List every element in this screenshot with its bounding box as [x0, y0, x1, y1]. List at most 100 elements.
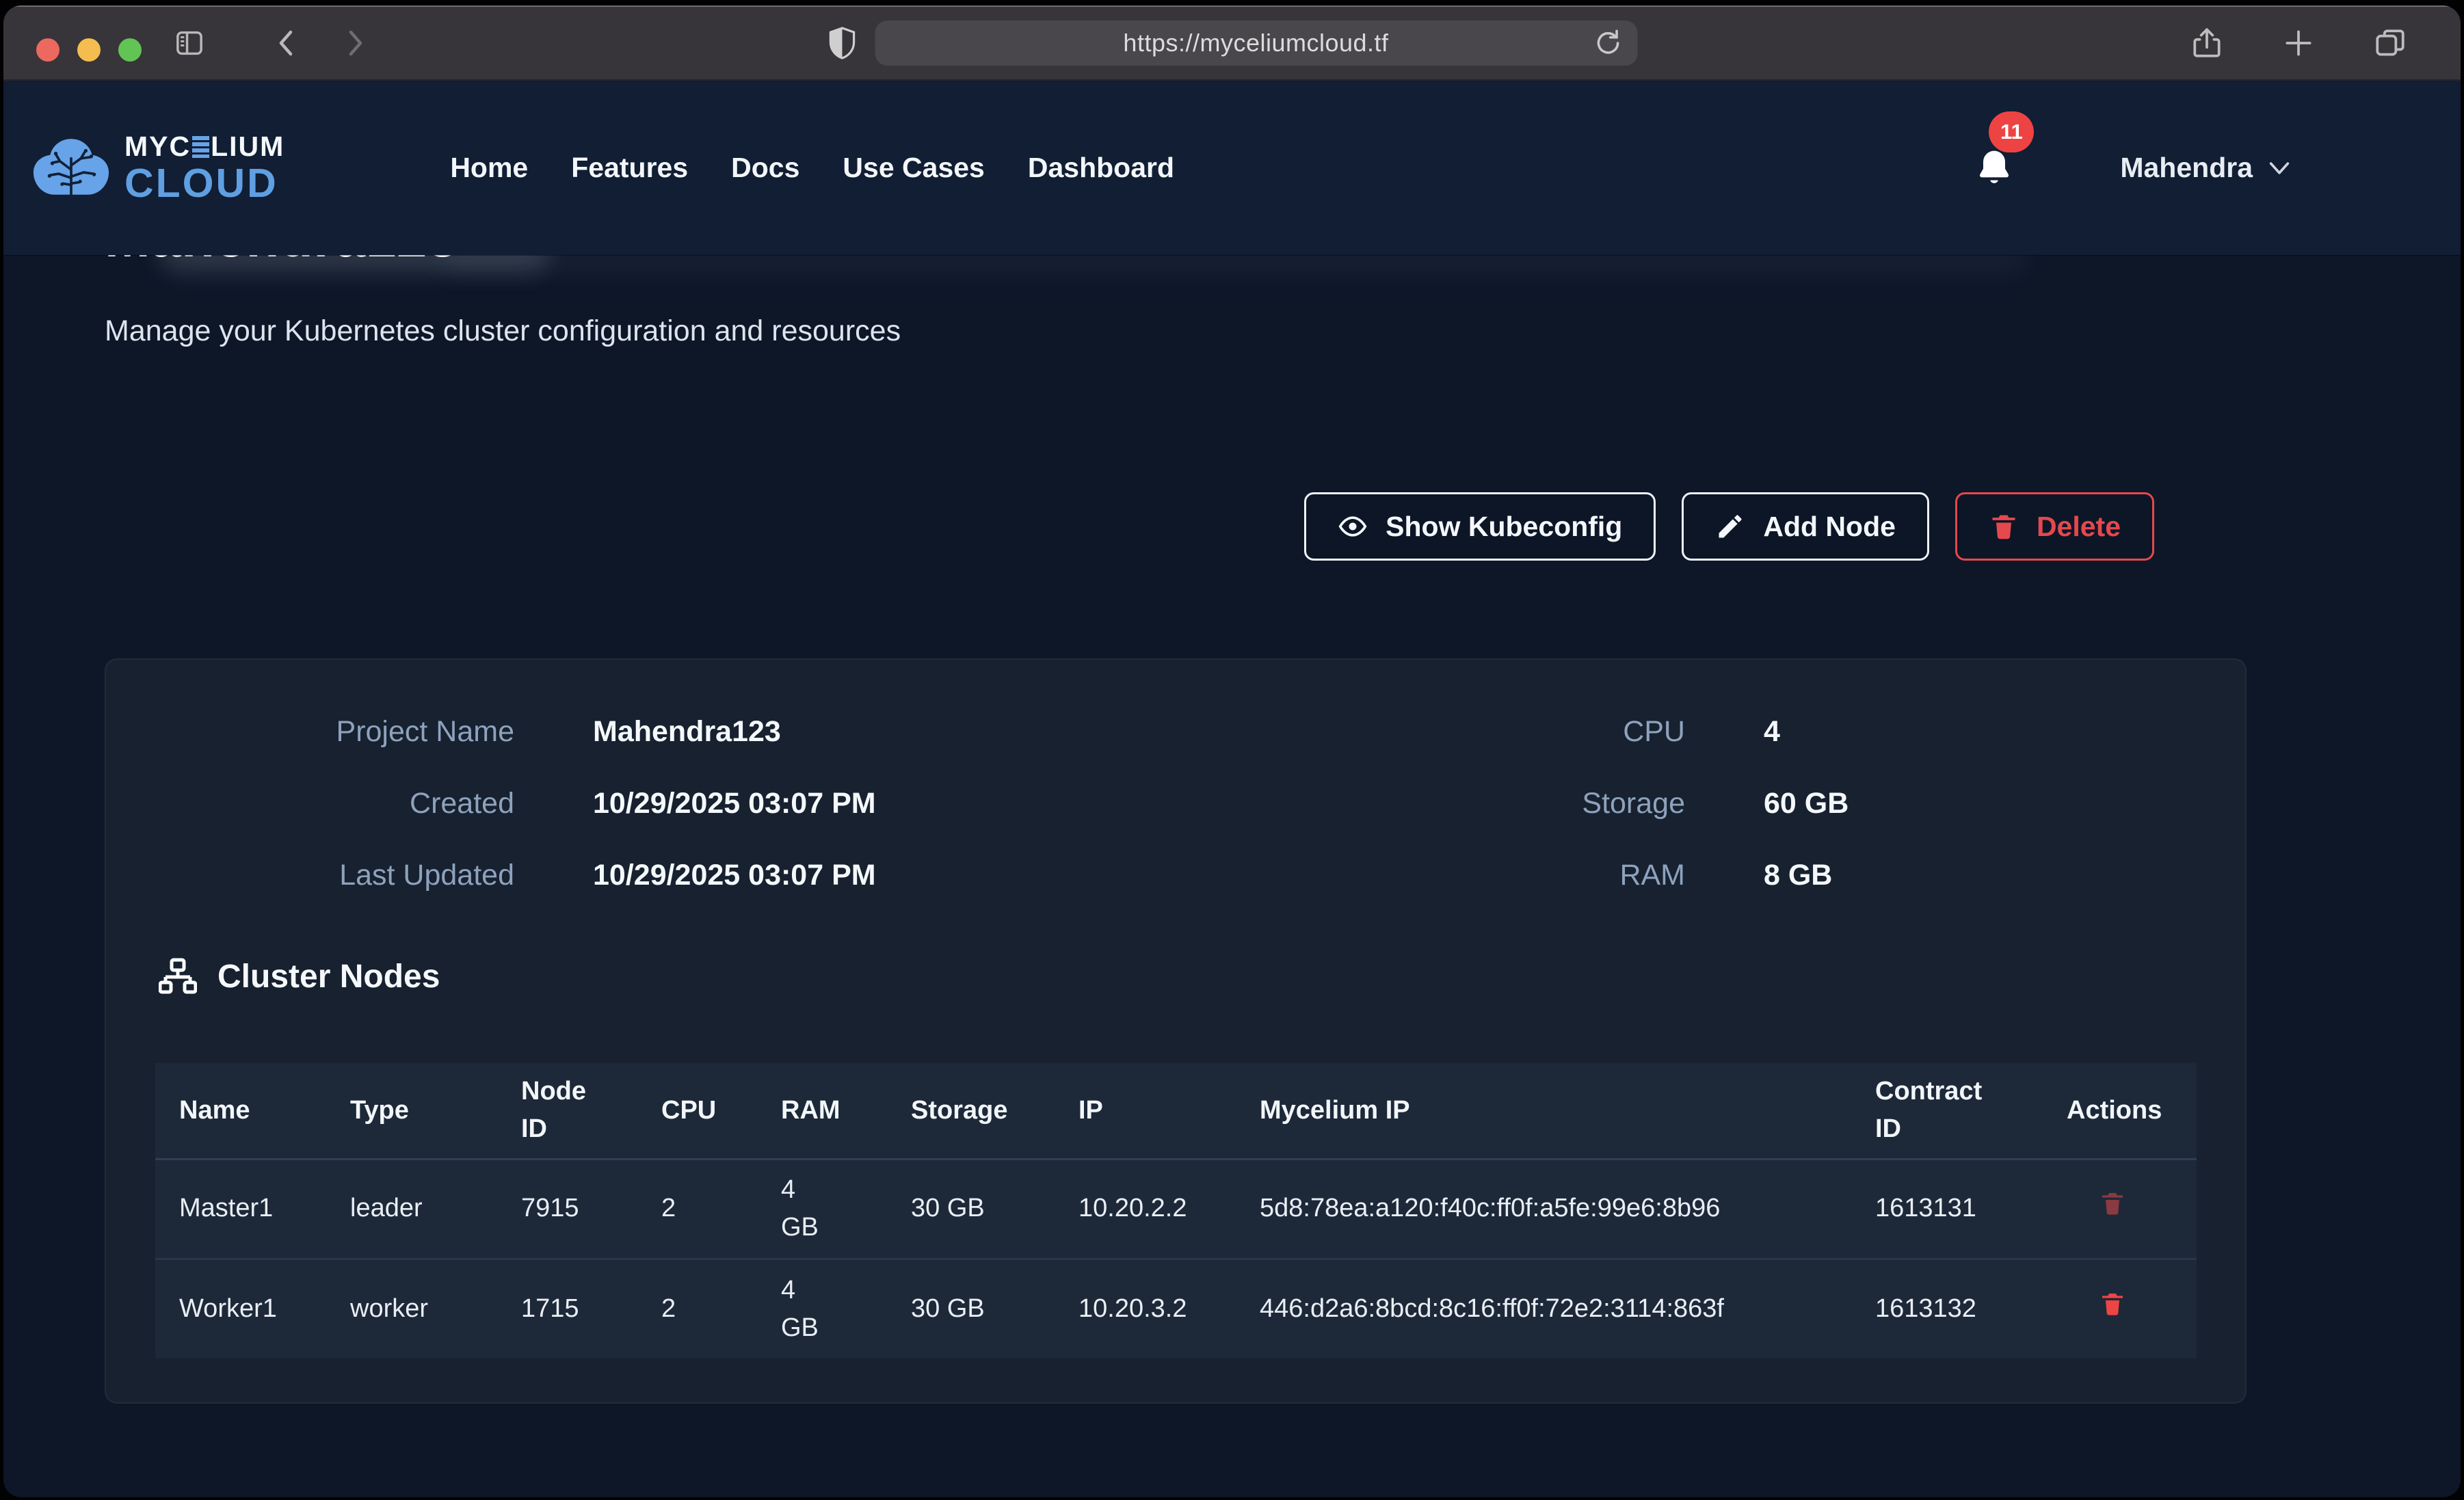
show-kubeconfig-button[interactable]: Show Kubeconfig [1304, 492, 1656, 561]
cell-name: Master1 [155, 1159, 326, 1259]
info-label: Project Name [106, 715, 514, 749]
info-value: Mahendra123 [593, 715, 781, 749]
cell-contract-id: 1613131 [1851, 1159, 2043, 1259]
info-value: 4 [1764, 715, 1780, 749]
info-row: CPU 4 [1277, 696, 1849, 768]
info-value: 8 GB [1764, 859, 1832, 892]
node-row: Master1leader791524 GB30 GB10.20.2.25d8:… [155, 1159, 2197, 1259]
col-contract-id: Contract ID [1851, 1063, 2043, 1159]
col-actions: Actions [2043, 1063, 2197, 1159]
page-subtitle: Manage your Kubernetes cluster configura… [105, 314, 901, 348]
trash-icon [1989, 511, 2019, 541]
info-value: 60 GB [1764, 787, 1849, 820]
info-label: CPU [1277, 715, 1685, 749]
site-navbar: MYCLIUM CLOUD Home Features Docs Use Cas… [3, 81, 2461, 255]
delete-node-button[interactable] [2099, 1188, 2126, 1219]
nav-link-features[interactable]: Features [571, 152, 688, 184]
cell-storage: 30 GB [887, 1259, 1055, 1358]
cell-actions [2043, 1259, 2197, 1358]
notifications-bell[interactable]: 11 [1972, 146, 2016, 191]
cell-type: leader [326, 1159, 497, 1259]
tab-overview-icon[interactable] [2373, 26, 2407, 60]
cluster-info-right: CPU 4 Storage 60 GB RAM 8 GB [1277, 696, 1849, 911]
privacy-shield-icon[interactable] [827, 26, 857, 60]
col-mycelium-ip: Mycelium IP [1236, 1063, 1851, 1159]
delete-cluster-button[interactable]: Delete [1955, 492, 2154, 561]
delete-node-button[interactable] [2099, 1288, 2126, 1320]
nav-link-home[interactable]: Home [450, 152, 528, 184]
back-button[interactable] [270, 27, 303, 59]
cell-actions [2043, 1159, 2197, 1259]
node-row: Worker1worker171524 GB30 GB10.20.3.2446:… [155, 1259, 2197, 1358]
logo-e-bars [192, 136, 209, 158]
cell-cpu: 2 [637, 1259, 757, 1358]
chevron-down-icon [2268, 161, 2291, 176]
info-label: Storage [1277, 787, 1685, 820]
browser-chrome: https://myceliumcloud.tf [3, 5, 2461, 81]
cluster-info-left: Project Name Mahendra123 Created 10/29/2… [106, 696, 876, 911]
address-bar[interactable]: https://myceliumcloud.tf [875, 21, 1637, 66]
col-node-id: Node ID [497, 1063, 637, 1159]
main-nav: Home Features Docs Use Cases Dashboard [450, 152, 1174, 184]
zoom-window-button[interactable] [118, 38, 142, 62]
user-menu[interactable]: Mahendra [2120, 152, 2291, 184]
traffic-lights [36, 38, 142, 62]
user-name: Mahendra [2120, 152, 2253, 184]
info-row: Project Name Mahendra123 [106, 696, 876, 768]
notification-badge: 11 [1989, 111, 2034, 152]
table-header-row: Name Type Node ID CPU RAM Storage IP Myc… [155, 1063, 2197, 1159]
nodes-table-wrap: Name Type Node ID CPU RAM Storage IP Myc… [155, 1063, 2197, 1358]
nav-link-use-cases[interactable]: Use Cases [843, 152, 984, 184]
cluster-details-card: Project Name Mahendra123 Created 10/29/2… [105, 658, 2247, 1404]
cell-node-id: 1715 [497, 1259, 637, 1358]
col-type: Type [326, 1063, 497, 1159]
col-ip: IP [1055, 1063, 1236, 1159]
add-node-button[interactable]: Add Node [1682, 492, 1929, 561]
info-label: Created [106, 787, 514, 820]
share-icon[interactable] [2190, 26, 2224, 60]
cell-mycelium-ip: 5d8:78ea:a120:f40c:ff0f:a5fe:99e6:8b96 [1236, 1159, 1851, 1259]
col-cpu: CPU [637, 1063, 757, 1159]
network-nodes-icon [159, 957, 197, 995]
cell-cpu: 2 [637, 1159, 757, 1259]
cell-name: Worker1 [155, 1259, 326, 1358]
cluster-actions: Show Kubeconfig Add Node Delete [1304, 492, 2154, 561]
col-ram: RAM [757, 1063, 887, 1159]
section-title: Cluster Nodes [217, 958, 440, 995]
browser-window: https://myceliumcloud.tf [3, 5, 2461, 1497]
close-window-button[interactable] [36, 38, 59, 62]
sidebar-toggle-icon[interactable] [173, 27, 206, 59]
info-label: Last Updated [106, 859, 514, 892]
col-storage: Storage [887, 1063, 1055, 1159]
cell-contract-id: 1613132 [1851, 1259, 2043, 1358]
mycelium-cloud-logo[interactable]: MYCLIUM CLOUD [27, 133, 284, 204]
cell-ip: 10.20.3.2 [1055, 1259, 1236, 1358]
info-row: Last Updated 10/29/2025 03:07 PM [106, 840, 876, 911]
cell-ip: 10.20.2.2 [1055, 1159, 1236, 1259]
pencil-icon [1715, 511, 1745, 541]
info-row: Created 10/29/2025 03:07 PM [106, 768, 876, 840]
cell-type: worker [326, 1259, 497, 1358]
info-row: RAM 8 GB [1277, 840, 1849, 911]
reload-icon[interactable] [1592, 27, 1624, 59]
forward-button[interactable] [339, 27, 371, 59]
col-name: Name [155, 1063, 326, 1159]
cell-ram: 4 GB [757, 1259, 887, 1358]
minimize-window-button[interactable] [77, 38, 101, 62]
cloud-logo-icon [27, 133, 115, 203]
cell-ram: 4 GB [757, 1159, 887, 1259]
trash-icon [2099, 1188, 2126, 1219]
cluster-nodes-header: Cluster Nodes [159, 957, 440, 995]
nav-link-docs[interactable]: Docs [731, 152, 799, 184]
info-label: RAM [1277, 859, 1685, 892]
cell-storage: 30 GB [887, 1159, 1055, 1259]
eye-icon [1338, 511, 1368, 541]
new-tab-icon[interactable] [2281, 26, 2316, 60]
cell-node-id: 7915 [497, 1159, 637, 1259]
nodes-table: Name Type Node ID CPU RAM Storage IP Myc… [155, 1063, 2197, 1358]
nav-link-dashboard[interactable]: Dashboard [1028, 152, 1174, 184]
info-value: 10/29/2025 03:07 PM [593, 859, 876, 892]
url-text: https://myceliumcloud.tf [1123, 29, 1388, 57]
info-value: 10/29/2025 03:07 PM [593, 787, 876, 820]
info-row: Storage 60 GB [1277, 768, 1849, 840]
